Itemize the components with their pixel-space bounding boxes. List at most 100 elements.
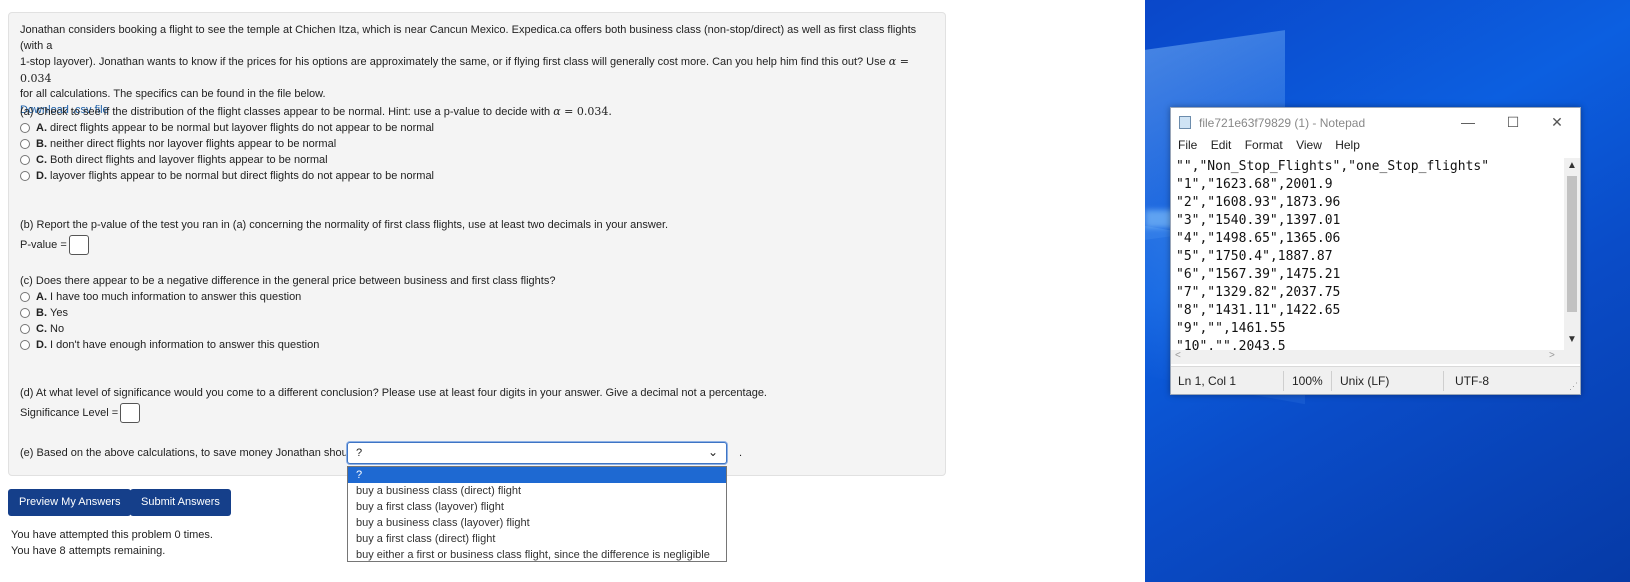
text-line: "9","",1461.55 [1176, 321, 1286, 336]
text-line: "10","",2043.5 [1176, 339, 1286, 350]
part-e-trailing-period: . [739, 447, 743, 459]
dropdown-option[interactable]: buy a first class (direct) flight [348, 531, 726, 547]
option-text: Both direct flights and layover flights … [50, 154, 328, 166]
option-letter: B. [36, 307, 47, 319]
text-line: "6","1567.39",1475.21 [1176, 267, 1341, 282]
cursor-position: Ln 1, Col 1 [1178, 374, 1237, 388]
part-a-option-a[interactable]: A. direct flights appear to be normal but… [20, 121, 434, 135]
status-bar: Ln 1, Col 1 100% Unix (LF) UTF-8 ⋰ [1171, 366, 1580, 394]
zoom-level: 100% [1292, 374, 1323, 388]
part-a-option-b[interactable]: B. neither direct flights nor layover fli… [20, 137, 336, 151]
scroll-up-icon[interactable]: ▲ [1567, 160, 1577, 171]
option-text: I don't have enough information to answe… [50, 339, 320, 351]
minimize-button[interactable]: — [1446, 110, 1490, 134]
intro-line-1: Jonathan considers booking a flight to s… [20, 24, 917, 52]
intro-line-3: for all calculations. The specifics can … [20, 88, 326, 100]
option-letter: D. [36, 170, 47, 182]
notepad-app-icon [1179, 116, 1191, 129]
menu-file[interactable]: File [1178, 138, 1197, 152]
text-line: "3","1540.39",1397.01 [1176, 213, 1341, 228]
scroll-thumb[interactable] [1567, 176, 1577, 312]
part-a-text: (a) Check to see if the distribution of … [20, 106, 551, 118]
part-a-option-d[interactable]: D. layover flights appear to be normal bu… [20, 169, 434, 183]
dropdown-option[interactable]: buy a business class (layover) flight [348, 515, 726, 531]
text-line: "4","1498.65",1365.06 [1176, 231, 1341, 246]
maximize-button[interactable]: ☐ [1491, 110, 1535, 134]
text-line: "7","1329.82",2037.75 [1176, 285, 1341, 300]
window-title: file721e63f79829 (1) - Notepad [1199, 116, 1366, 130]
part-e-select[interactable]: ? ⌄ [347, 442, 727, 464]
preview-answers-button[interactable]: Preview My Answers [8, 489, 132, 516]
dropdown-option[interactable]: buy a business class (direct) flight [348, 483, 726, 499]
option-letter: D. [36, 339, 47, 351]
p-value-row: P-value = [20, 235, 89, 255]
part-e-question: (e) Based on the above calculations, to … [20, 447, 357, 459]
menu-edit[interactable]: Edit [1211, 138, 1232, 152]
problem-intro: Jonathan considers booking a flight to s… [20, 23, 932, 118]
menu-bar: File Edit Format View Help [1171, 138, 1580, 156]
close-button[interactable]: ✕ [1535, 110, 1579, 134]
part-a-alpha-symbol: α [553, 105, 561, 118]
attempts-made-text: You have attempted this problem 0 times. [11, 529, 213, 541]
intro-line-2-text: 1-stop layover). Jonathan wants to know … [20, 56, 886, 68]
significance-input[interactable] [120, 403, 141, 423]
notepad-window[interactable]: file721e63f79829 (1) - Notepad — ☐ ✕ Fil… [1170, 107, 1581, 395]
menu-help[interactable]: Help [1335, 138, 1360, 152]
text-editor[interactable]: "","Non_Stop_Flights","one_Stop_flights"… [1171, 158, 1564, 350]
intro-line-2: 1-stop layover). Jonathan wants to know … [20, 54, 932, 87]
text-line: "","Non_Stop_Flights","one_Stop_flights" [1176, 159, 1490, 174]
resize-grip-icon[interactable]: ⋰ [1569, 381, 1578, 392]
radio-button[interactable] [20, 340, 30, 350]
option-text: neither direct flights nor layover fligh… [50, 138, 337, 150]
part-e-dropdown-list[interactable]: ? buy a business class (direct) flight b… [347, 466, 727, 562]
status-divider [1283, 371, 1284, 391]
scroll-right-icon[interactable]: > [1549, 350, 1555, 361]
scroll-left-icon[interactable]: < [1175, 350, 1181, 361]
radio-button[interactable] [20, 324, 30, 334]
chevron-down-icon: ⌄ [707, 445, 718, 459]
menu-format[interactable]: Format [1245, 138, 1283, 152]
horizontal-scrollbar[interactable]: < > [1171, 350, 1580, 364]
part-a-question: (a) Check to see if the distribution of … [20, 105, 612, 118]
dropdown-option[interactable]: buy a first class (layover) flight [348, 499, 726, 515]
problem-panel: Jonathan considers booking a flight to s… [8, 12, 946, 476]
part-d-question: (d) At what level of significance would … [20, 387, 767, 399]
radio-button[interactable] [20, 308, 30, 318]
text-line: "8","1431.11",1422.65 [1176, 303, 1341, 318]
dropdown-option[interactable]: ? [348, 467, 726, 483]
part-a-option-c[interactable]: C. Both direct flights and layover flight… [20, 153, 328, 167]
radio-button[interactable] [20, 123, 30, 133]
vertical-scrollbar[interactable]: ▲ ▼ [1564, 158, 1580, 350]
dropdown-option[interactable]: buy either a first or business class fli… [348, 547, 726, 563]
p-value-label: P-value = [20, 239, 67, 251]
option-letter: A. [36, 291, 47, 303]
select-value: ? [356, 447, 363, 459]
scroll-down-icon[interactable]: ▼ [1567, 334, 1577, 345]
submit-answers-button[interactable]: Submit Answers [130, 489, 231, 516]
option-text: No [50, 323, 65, 335]
radio-button[interactable] [20, 139, 30, 149]
text-line: "5","1750.4",1887.87 [1176, 249, 1333, 264]
part-c-question: (c) Does there appear to be a negative d… [20, 275, 556, 287]
text-line: "2","1608.93",1873.96 [1176, 195, 1341, 210]
option-letter: C. [36, 154, 47, 166]
significance-label: Significance Level = [20, 407, 119, 419]
radio-button[interactable] [20, 292, 30, 302]
part-c-option-b[interactable]: B. Yes [20, 306, 68, 320]
option-text: layover flights appear to be normal but … [50, 170, 435, 182]
part-c-option-c[interactable]: C. No [20, 322, 64, 336]
line-ending: Unix (LF) [1340, 374, 1390, 388]
title-bar[interactable]: file721e63f79829 (1) - Notepad — ☐ ✕ [1171, 108, 1580, 136]
part-c-option-a[interactable]: A. I have too much information to answer … [20, 290, 301, 304]
menu-view[interactable]: View [1296, 138, 1322, 152]
encoding: UTF-8 [1455, 374, 1489, 388]
radio-button[interactable] [20, 155, 30, 165]
p-value-input[interactable] [68, 235, 89, 255]
option-text: Yes [50, 307, 68, 319]
radio-button[interactable] [20, 171, 30, 181]
text-line: "1","1623.68",2001.9 [1176, 177, 1333, 192]
part-c-option-d[interactable]: D. I don't have enough information to ans… [20, 338, 319, 352]
part-b-question: (b) Report the p-value of the test you r… [20, 219, 669, 231]
option-text: I have too much information to answer th… [50, 291, 302, 303]
option-letter: A. [36, 122, 47, 134]
